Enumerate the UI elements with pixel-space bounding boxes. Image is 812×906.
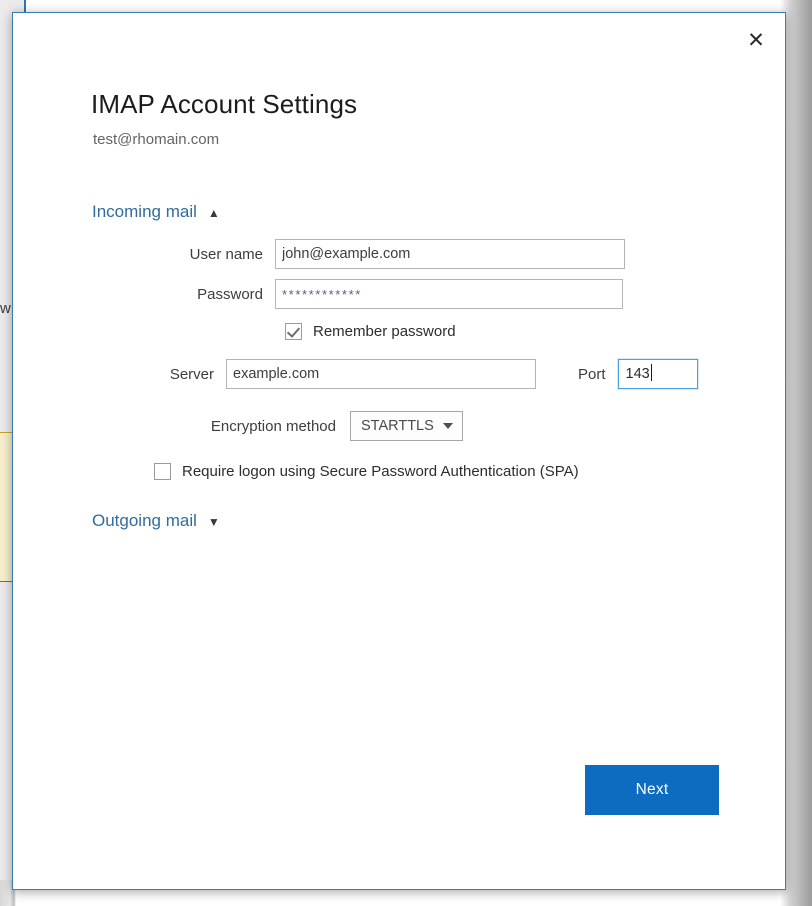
server-port-row: Server Port 143 (150, 359, 698, 389)
server-input[interactable] (226, 359, 536, 389)
encryption-method-row: Encryption method STARTTLS (154, 411, 463, 441)
chevron-down-icon: ▼ (207, 515, 220, 529)
encryption-method-label: Encryption method (210, 417, 336, 435)
username-label: User name (189, 245, 263, 263)
page-title: IMAP Account Settings (91, 89, 358, 119)
chevron-up-icon: ▲ (207, 206, 220, 220)
background-text-fragment: w (0, 300, 11, 317)
incoming-mail-section-toggle[interactable]: Incoming mail ▲ (92, 202, 220, 222)
remember-password-checkbox[interactable]: Remember password (285, 323, 456, 340)
checkbox-unchecked-icon (154, 463, 171, 480)
password-row: Password (155, 279, 623, 309)
outgoing-mail-label: Outgoing mail (92, 511, 197, 530)
port-input[interactable]: 143 (617, 359, 698, 389)
outgoing-mail-section-toggle[interactable]: Outgoing mail ▼ (92, 511, 220, 531)
spa-checkbox[interactable]: Require logon using Secure Password Auth… (154, 463, 579, 480)
password-input[interactable] (275, 279, 623, 309)
account-email: test@rhomain.com (93, 131, 220, 148)
encryption-method-value: STARTTLS (361, 418, 434, 434)
encryption-method-select[interactable]: STARTTLS (350, 411, 463, 441)
username-row: User name (155, 239, 625, 269)
next-button[interactable]: Next (585, 765, 719, 815)
remember-password-label: Remember password (313, 323, 456, 340)
port-label: Port (578, 365, 606, 383)
spa-label: Require logon using Secure Password Auth… (182, 463, 579, 480)
port-value: 143 (625, 366, 650, 382)
chevron-down-icon (443, 423, 453, 429)
username-input[interactable] (275, 239, 625, 269)
incoming-mail-label: Incoming mail (92, 202, 197, 221)
server-label: Server (169, 365, 214, 383)
text-caret (650, 364, 652, 381)
imap-account-settings-dialog: ✕ IMAP Account Settings test@rhomain.com… (12, 12, 786, 890)
close-icon[interactable]: ✕ (733, 17, 779, 63)
checkbox-checked-icon (285, 323, 302, 340)
password-label: Password (197, 285, 263, 303)
